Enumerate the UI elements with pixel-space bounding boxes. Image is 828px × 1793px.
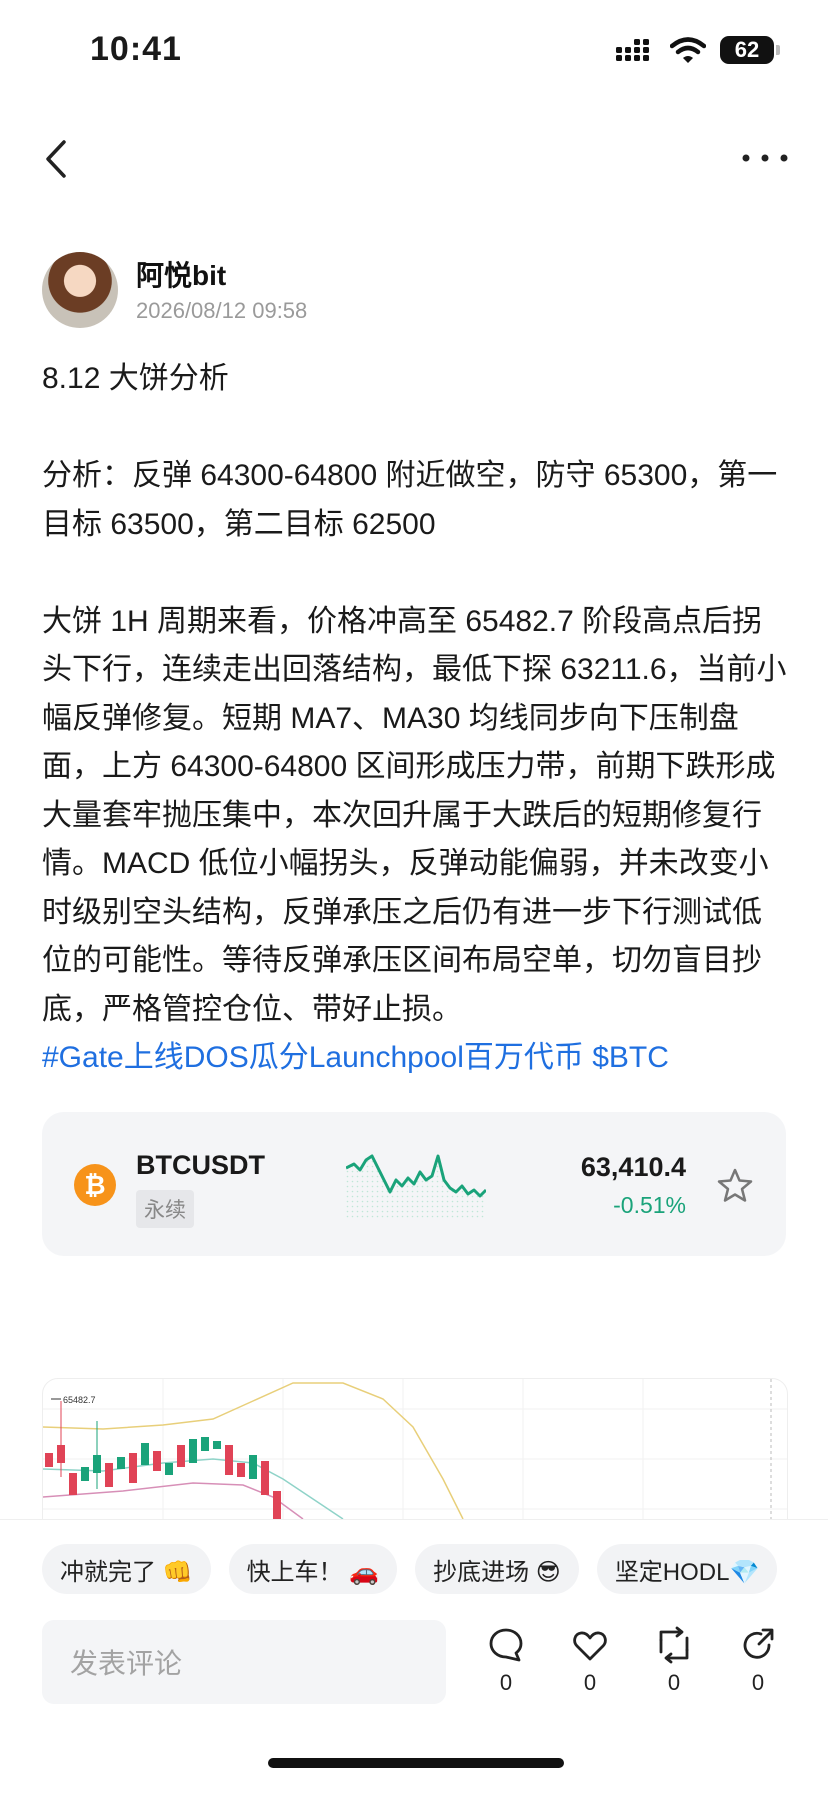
quick-reply-chip[interactable]: 冲就完了 👊 — [42, 1544, 211, 1594]
quick-reply-chip[interactable]: 坚定HODL💎 — [596, 1544, 778, 1594]
like-button[interactable]: 0 — [570, 1626, 610, 1696]
more-button[interactable] — [740, 148, 790, 168]
battery-indicator: 62 — [720, 36, 780, 64]
share-icon — [743, 1628, 774, 1659]
post-timestamp: 2026/08/12 09:58 — [136, 298, 308, 323]
post-title: 8.12 大饼分析 — [42, 362, 229, 395]
like-count: 0 — [583, 1670, 597, 1695]
comment-input[interactable]: 发表评论 — [42, 1620, 446, 1704]
kline-chart-image[interactable]: 65482.7 — [42, 1378, 788, 1520]
quick-reply-chip[interactable]: 抄底进场 😎 — [415, 1544, 579, 1594]
kline-high-label: 65482.7 — [63, 1395, 96, 1405]
chevron-left-icon — [46, 140, 66, 178]
repost-count: 0 — [667, 1670, 681, 1695]
post-content: 8.12 大饼分析 分析：反弹 64300-64800 附近做空，防守 6530… — [42, 355, 790, 1083]
post-actions: 0 0 0 0 — [486, 1626, 778, 1696]
market-price: 63,410.4 — [580, 1152, 686, 1182]
bitcoin-icon: ₿ — [74, 1164, 116, 1206]
status-icons: 62 — [616, 36, 780, 64]
repost-icon — [659, 1626, 689, 1664]
status-time: 10:41 — [90, 30, 182, 68]
heart-icon — [573, 1631, 607, 1661]
share-count: 0 — [751, 1670, 765, 1695]
post-body: 大饼 1H 周期来看，价格冲高至 65482.7 阶段高点后拐头下行，连续走出回… — [42, 604, 787, 1026]
quick-reply-list: 冲就完了 👊 快上车！ 🚗 抄底进场 😎 坚定HODL💎 — [42, 1544, 778, 1594]
kline-chart-graphic: 65482.7 — [43, 1379, 787, 1519]
wifi-icon — [670, 37, 706, 63]
market-change: -0.51% — [613, 1192, 686, 1218]
favorite-button[interactable] — [716, 1167, 754, 1205]
repost-button[interactable]: 0 — [654, 1626, 694, 1696]
cellular-signal-icon — [616, 39, 649, 61]
star-icon — [717, 1168, 753, 1202]
quick-reply-chip[interactable]: 快上车！ 🚗 — [228, 1544, 398, 1594]
bottom-bar: 冲就完了 👊 快上车！ 🚗 抄底进场 😎 坚定HODL💎 发表评论 0 0 0 — [0, 1519, 828, 1793]
comment-count: 0 — [499, 1670, 513, 1695]
home-indicator — [268, 1758, 564, 1768]
contract-type-badge: 永续 — [136, 1190, 194, 1228]
author-name[interactable]: 阿悦bit — [136, 254, 226, 294]
avatar[interactable] — [42, 252, 118, 328]
market-card[interactable]: ₿ BTCUSDT 永续 63,410.4 -0.51% — [42, 1112, 786, 1256]
back-button[interactable] — [38, 136, 78, 182]
comment-button[interactable]: 0 — [486, 1626, 526, 1696]
post-hashtag-link[interactable]: #Gate上线DOS瓜分Launchpool百万代币 $BTC — [42, 1034, 790, 1083]
more-icon — [742, 154, 788, 162]
sparkline-chart — [346, 1154, 486, 1220]
post-analysis: 分析：反弹 64300-64800 附近做空，防守 65300，第一目标 635… — [42, 459, 778, 541]
market-symbol: BTCUSDT — [136, 1150, 265, 1180]
share-button[interactable]: 0 — [738, 1626, 778, 1696]
comment-icon — [489, 1628, 523, 1662]
